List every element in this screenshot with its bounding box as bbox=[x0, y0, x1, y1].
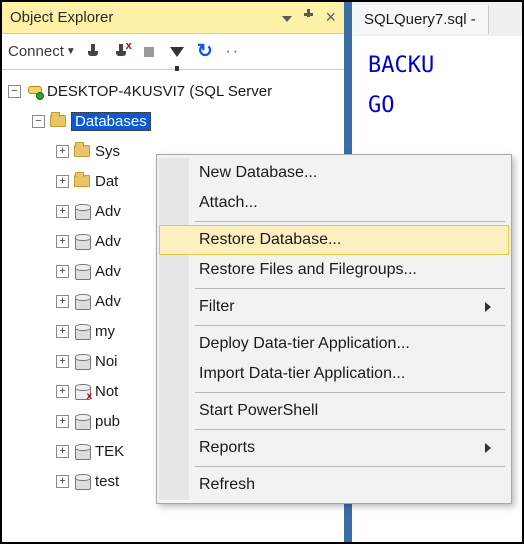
context-menu-item[interactable]: New Database... bbox=[159, 158, 509, 188]
tree-node-label: Dat bbox=[95, 173, 118, 190]
context-menu-separator bbox=[195, 429, 505, 430]
context-menu-item[interactable]: Import Data-tier Application... bbox=[159, 359, 509, 389]
database-icon bbox=[73, 203, 91, 219]
tree-node-label: pub bbox=[95, 413, 120, 430]
collapse-icon[interactable]: − bbox=[32, 115, 45, 128]
connect-plug-icon[interactable] bbox=[82, 41, 104, 63]
context-menu-item-label: Import Data-tier Application... bbox=[199, 365, 405, 383]
tree-databases-node[interactable]: − Databases bbox=[6, 106, 340, 136]
context-menu-separator bbox=[195, 392, 505, 393]
database-icon bbox=[73, 413, 91, 429]
context-menu-separator bbox=[195, 221, 505, 222]
context-menu: New Database... Attach... Restore Database… bbox=[156, 154, 512, 504]
databases-label: Databases bbox=[71, 112, 151, 131]
stop-icon[interactable] bbox=[138, 41, 160, 63]
database-icon bbox=[73, 353, 91, 369]
context-menu-item[interactable]: Attach... bbox=[159, 188, 509, 218]
panel-title-label: Object Explorer bbox=[10, 9, 282, 26]
server-icon bbox=[25, 83, 43, 99]
tree-node-label: Adv bbox=[95, 293, 121, 310]
tree-node-label: TEK bbox=[95, 443, 124, 460]
expand-icon[interactable]: + bbox=[56, 295, 69, 308]
panel-title-bar: Object Explorer × bbox=[2, 2, 344, 34]
context-menu-item-label: Deploy Data-tier Application... bbox=[199, 335, 410, 353]
context-menu-item-label: Restore Database... bbox=[199, 231, 341, 249]
context-menu-separator bbox=[195, 466, 505, 467]
context-menu-item[interactable]: Restore Database... bbox=[159, 225, 509, 255]
folder-icon bbox=[49, 113, 67, 129]
database-icon bbox=[73, 443, 91, 459]
submenu-arrow-icon bbox=[485, 302, 491, 312]
close-icon[interactable]: × bbox=[325, 11, 336, 24]
tree-node-label: Adv bbox=[95, 233, 121, 250]
database-error-icon: x bbox=[73, 383, 91, 399]
context-menu-item-label: Refresh bbox=[199, 476, 255, 494]
expand-icon[interactable]: + bbox=[56, 385, 69, 398]
connect-button[interactable]: Connect ▼ bbox=[8, 43, 76, 60]
editor-tab[interactable]: SQLQuery7.sql - bbox=[352, 5, 489, 34]
context-menu-item-label: Attach... bbox=[199, 194, 258, 212]
editor-line: BACKU bbox=[368, 46, 506, 86]
database-icon bbox=[73, 323, 91, 339]
database-icon bbox=[73, 293, 91, 309]
context-menu-item[interactable]: Start PowerShell bbox=[159, 396, 509, 426]
toolbar: Connect ▼ x ↻ ·· bbox=[2, 34, 344, 70]
panel-dropdown-icon[interactable] bbox=[282, 9, 292, 26]
tree-server-node[interactable]: − DESKTOP-4KUSVI7 (SQL Server bbox=[6, 76, 340, 106]
context-menu-item-label: Restore Files and Filegroups... bbox=[199, 261, 417, 279]
expand-icon[interactable]: + bbox=[56, 475, 69, 488]
editor-line: GO bbox=[368, 86, 506, 126]
server-label: DESKTOP-4KUSVI7 (SQL Server bbox=[47, 83, 272, 100]
context-menu-item-label: Start PowerShell bbox=[199, 402, 318, 420]
context-menu-item-label: New Database... bbox=[199, 164, 317, 182]
expand-icon[interactable]: + bbox=[56, 325, 69, 338]
expand-icon[interactable]: + bbox=[56, 205, 69, 218]
database-icon bbox=[73, 263, 91, 279]
connect-label: Connect bbox=[8, 43, 64, 60]
filter-icon[interactable] bbox=[166, 41, 188, 63]
folder-icon bbox=[73, 143, 91, 159]
context-menu-item[interactable]: Restore Files and Filegroups... bbox=[159, 255, 509, 285]
submenu-arrow-icon bbox=[485, 443, 491, 453]
tree-node-label: Adv bbox=[95, 203, 121, 220]
refresh-icon[interactable]: ↻ bbox=[194, 41, 216, 63]
context-menu-item[interactable]: Reports bbox=[159, 433, 509, 463]
tab-strip: SQLQuery7.sql - bbox=[352, 2, 522, 36]
database-icon bbox=[73, 473, 91, 489]
expand-icon[interactable]: + bbox=[56, 445, 69, 458]
tab-label: SQLQuery7.sql - bbox=[364, 11, 476, 28]
context-menu-item[interactable]: Deploy Data-tier Application... bbox=[159, 329, 509, 359]
tree-node-label: Not bbox=[95, 383, 118, 400]
expand-icon[interactable]: + bbox=[56, 235, 69, 248]
sql-editor[interactable]: BACKU GO bbox=[352, 36, 522, 135]
disconnect-plug-icon[interactable]: x bbox=[110, 41, 132, 63]
database-icon bbox=[73, 233, 91, 249]
context-menu-item[interactable]: Filter bbox=[159, 292, 509, 322]
context-menu-separator bbox=[195, 288, 505, 289]
expand-icon[interactable]: + bbox=[56, 145, 69, 158]
tree-node-label: Sys bbox=[95, 143, 120, 160]
expand-icon[interactable]: + bbox=[56, 265, 69, 278]
context-menu-item-label: Reports bbox=[199, 439, 255, 457]
collapse-icon[interactable]: − bbox=[8, 85, 21, 98]
pin-icon[interactable] bbox=[302, 9, 315, 26]
tree-node-label: my bbox=[95, 323, 115, 340]
tree-node-label: Noi bbox=[95, 353, 118, 370]
expand-icon[interactable]: + bbox=[56, 415, 69, 428]
context-menu-separator bbox=[195, 325, 505, 326]
context-menu-item[interactable]: Refresh bbox=[159, 470, 509, 500]
context-menu-item-label: Filter bbox=[199, 298, 235, 316]
tree-node-label: Adv bbox=[95, 263, 121, 280]
expand-icon[interactable]: + bbox=[56, 175, 69, 188]
toolbar-overflow-icon[interactable]: ·· bbox=[222, 41, 244, 63]
expand-icon[interactable]: + bbox=[56, 355, 69, 368]
folder-icon bbox=[73, 173, 91, 189]
tree-node-label: test bbox=[95, 473, 119, 490]
